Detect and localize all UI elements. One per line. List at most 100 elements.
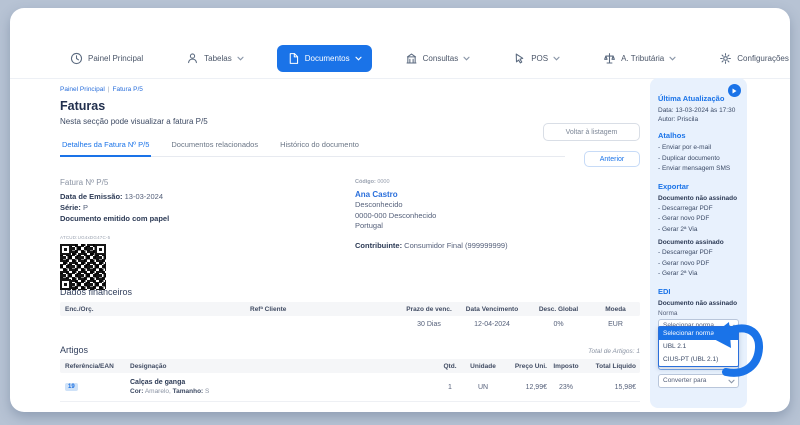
col-qtd: Qtd.	[443, 362, 457, 370]
chevron-down-icon	[553, 56, 560, 61]
collapse-sidebar-button[interactable]	[728, 84, 741, 97]
nav-label: Configurações	[737, 53, 789, 63]
export-signed-title: Documento assinado	[658, 239, 724, 246]
norma-dropdown-list: Selecionar norma UBL 2.1 CIUS-PT (UBL 2.…	[658, 326, 739, 367]
page-title: Faturas	[60, 99, 106, 113]
article-tax: 23%	[558, 383, 573, 391]
last-update-title: Última Atualização	[658, 94, 725, 103]
nav-item-pos[interactable]: POS	[503, 45, 570, 72]
breadcrumb: Painel Principal | Fatura P/5	[60, 86, 640, 93]
nav-item-consultas[interactable]: Consultas	[395, 45, 481, 72]
shortcuts-title: Atalhos	[658, 131, 686, 140]
customer-address-line1: Desconhecido	[355, 200, 403, 209]
article-unit: UN	[477, 383, 489, 391]
export-unsigned-second-copy[interactable]: - Gerar 2ª Via	[658, 225, 739, 236]
invoice-number: Fatura Nº P/5	[60, 178, 109, 187]
taxpayer-row: Contribuinte: Consumidor Final (99999999…	[355, 240, 508, 250]
paper-note: Documento emitido com papel	[60, 214, 170, 223]
tab-historico-documento[interactable]: Histórico do documento	[278, 136, 361, 156]
atcud-text: ATCUD:UG4xDG47C-5	[60, 235, 111, 240]
article-qty: 1	[448, 383, 452, 391]
export-signed-download-pdf[interactable]: - Descarregar PDF	[658, 248, 739, 259]
chevron-down-icon	[728, 379, 735, 384]
cell-data-vencimento: 12-04-2024	[474, 320, 510, 328]
invoice-summary: Fatura Nº P/5 Data de Emissão: 13-03-202…	[60, 177, 640, 290]
nav-item-configuracoes[interactable]: Configurações	[709, 45, 790, 72]
chevron-down-icon	[355, 56, 362, 61]
shortcut-duplicate-doc[interactable]: - Duplicar documento	[658, 154, 739, 165]
nav-item-documentos[interactable]: Documentos	[276, 44, 372, 72]
col-ref-cliente: Refª Cliente	[250, 305, 287, 313]
last-update-date: Data: 13-03-2024 às 17:30	[658, 107, 736, 114]
qr-code	[60, 244, 106, 290]
top-navigation: Painel Principal Tabelas Documentos Cons…	[10, 38, 790, 79]
export-signed-second-copy[interactable]: - Gerar 2ª Via	[658, 269, 739, 280]
right-sidebar: Última Atualização Data: 13-03-2024 às 1…	[650, 78, 747, 408]
article-ref-link[interactable]: 19	[65, 383, 78, 391]
emission-date-row: Data de Emissão: 13-03-2024	[60, 192, 163, 201]
tab-documentos-relacionados[interactable]: Documentos relacionados	[169, 136, 260, 156]
export-signed-new-pdf[interactable]: - Gerar novo PDF	[658, 259, 739, 270]
customer-name-link[interactable]: Ana Castro	[355, 190, 508, 201]
building-icon	[406, 53, 417, 63]
col-preco-uni: Preço Uni.	[514, 362, 547, 370]
page-subtitle: Nesta secção pode visualizar a fatura P/…	[60, 117, 208, 126]
col-desc-global: Desc. Global	[538, 305, 579, 313]
edi-unsigned-norma-label: Norma	[658, 309, 678, 317]
nav-label: Documentos	[304, 53, 350, 63]
cell-desc-global: 0%	[553, 320, 564, 328]
col-enc-orc: Enc./Orç.	[65, 305, 94, 313]
balance-icon	[604, 52, 616, 63]
invoice-left-column: Fatura Nº P/5 Data de Emissão: 13-03-202…	[60, 177, 300, 290]
clock-icon	[70, 52, 83, 64]
breadcrumb-separator: |	[107, 86, 110, 93]
nav-item-painel-principal[interactable]: Painel Principal	[60, 45, 153, 72]
financial-section: Dados financeiros Enc./Orç. Refª Cliente…	[60, 287, 640, 332]
breadcrumb-current: Fatura P/5	[112, 86, 143, 93]
col-referencia-ean: Referência/EAN	[65, 362, 114, 370]
col-prazo-venc: Prazo de venc.	[406, 305, 452, 313]
user-icon	[188, 52, 198, 63]
series-row: Série: P	[60, 203, 88, 212]
tab-detalhes-fatura[interactable]: Detalhes da Fatura Nº P/5	[60, 136, 152, 157]
article-row: 19 Calças de ganga Cor: Amarelo, Tamanho…	[60, 373, 640, 402]
customer-block: Código: 0000 Ana Castro Desconhecido 000…	[355, 177, 508, 251]
tab-bar: Detalhes da Fatura Nº P/5 Documentos rel…	[60, 136, 565, 157]
nav-label: POS	[531, 53, 549, 63]
chevron-down-icon	[237, 56, 244, 61]
main-content: Painel Principal | Fatura P/5 Faturas Nest…	[60, 79, 640, 402]
dropdown-option-cius-pt[interactable]: CIUS-PT (UBL 2.1)	[659, 353, 738, 366]
nav-label: Painel Principal	[88, 53, 144, 63]
col-imposto: Imposto	[553, 362, 579, 370]
col-unidade: Unidade	[470, 362, 496, 370]
dropdown-option-selecionar-norma[interactable]: Selecionar norma	[659, 327, 738, 340]
financial-data-row: 30 Dias 12-04-2024 0% EUR	[60, 316, 640, 332]
col-designacao: Designação	[130, 362, 167, 370]
export-unsigned-title: Documento não assinado	[658, 194, 738, 202]
articles-total: Total de Artigos: 1	[588, 348, 640, 355]
cursor-icon	[515, 53, 524, 63]
play-icon	[732, 88, 737, 93]
col-total-liquido: Total Líquido	[595, 362, 636, 370]
customer-country: Portugal	[355, 221, 383, 230]
breadcrumb-home[interactable]: Painel Principal	[60, 86, 105, 93]
dropdown-option-ubl[interactable]: UBL 2.1	[659, 340, 738, 353]
shortcut-send-email[interactable]: - Enviar por e-mail	[658, 143, 739, 154]
nav-label: Tabelas	[204, 53, 232, 63]
customer-code: Código: 0000	[355, 179, 390, 185]
financial-header-row: Enc./Orç. Refª Cliente Prazo de venc. Da…	[60, 302, 640, 316]
article-designation: Calças de ganga Cor: Amarelo, Tamanho: S	[130, 379, 436, 395]
shortcut-send-sms[interactable]: - Enviar mensagem SMS	[658, 164, 739, 175]
nav-item-tabelas[interactable]: Tabelas	[176, 45, 254, 72]
nav-item-a-tributaria[interactable]: A. Tributária	[593, 45, 686, 72]
export-title: Exportar	[658, 181, 689, 191]
convert-to-select[interactable]: Converter para	[658, 373, 739, 388]
customer-address-line2: 0000-000 Desconhecido	[355, 210, 437, 220]
edi-unsigned-title: Documento não assinado	[658, 299, 738, 307]
articles-header-row: Referência/EAN Designação Qtd. Unidade P…	[60, 359, 640, 373]
article-price: 12,99€	[525, 383, 547, 391]
nav-label: A. Tributária	[621, 53, 665, 63]
article-total: 15,98€	[614, 383, 636, 391]
export-unsigned-download-pdf[interactable]: - Descarregar PDF	[658, 204, 739, 215]
export-unsigned-new-pdf[interactable]: - Gerar novo PDF	[658, 214, 739, 225]
